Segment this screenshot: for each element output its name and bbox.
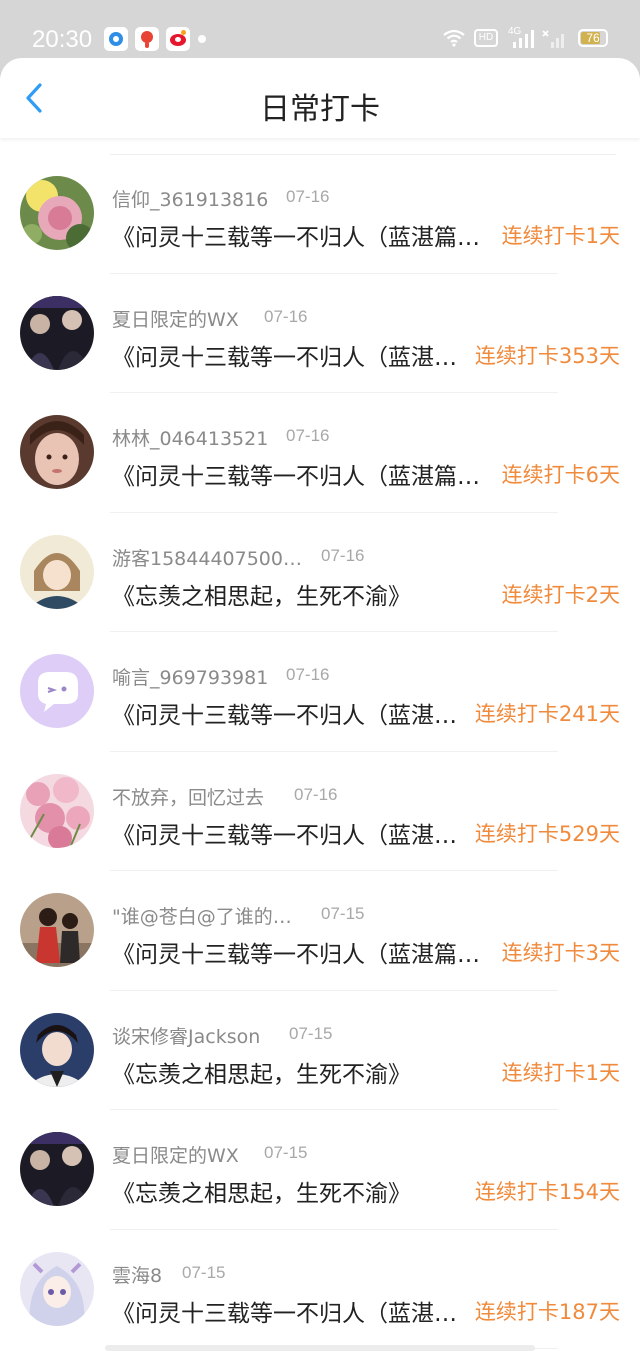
avatar[interactable] xyxy=(20,773,94,848)
status-time: 20:30 xyxy=(32,26,93,53)
book-title: 《问灵十三载等一不归人（蓝湛篇… xyxy=(112,225,480,251)
username: 夏日限定的WX xyxy=(112,1145,239,1167)
username: 林林_046413521 xyxy=(112,428,269,450)
map-app-icon xyxy=(135,27,159,51)
page-title: 日常打卡 xyxy=(260,92,380,127)
book-title: 《问灵十三载等一不归人（蓝湛… xyxy=(112,822,457,849)
book-title: 《问灵十三载等一不归人（蓝湛… xyxy=(112,1300,457,1327)
streak-count: 连续打卡1天 xyxy=(501,1060,620,1085)
scroll-indicator xyxy=(105,1345,535,1351)
username: 信仰_361913816 xyxy=(112,189,269,211)
nav-bar: 日常打卡 xyxy=(0,58,640,138)
wifi-icon xyxy=(443,29,465,47)
book-title: 《问灵十三载等一不归人（蓝湛… xyxy=(112,344,457,371)
username: "谁@苍白@了谁的… xyxy=(112,906,292,928)
streak-count: 连续打卡3天 xyxy=(501,941,620,965)
avatar[interactable] xyxy=(20,893,94,967)
avatar[interactable] xyxy=(20,1251,94,1326)
checkin-date: 07-15 xyxy=(182,1262,226,1282)
4g-signal-icon xyxy=(513,30,534,48)
book-title: 《问灵十三载等一不归人（蓝湛… xyxy=(112,703,457,729)
streak-count: 连续打卡154天 xyxy=(474,1180,620,1204)
book-title: 《忘羡之相思起，生死不渝》 xyxy=(112,1061,411,1088)
username: 喻言_969793981 xyxy=(112,667,269,689)
username: 游客15844407500… xyxy=(112,547,302,570)
book-title: 《忘羡之相思起，生死不渝》 xyxy=(112,1181,411,1207)
no-signal-icon xyxy=(542,30,564,48)
checkin-item[interactable]: 不放弃，回忆过去 07-16 《问灵十三载等一不归人（蓝湛… 连续打卡529天 xyxy=(0,752,640,872)
streak-count: 连续打卡353天 xyxy=(474,343,620,368)
book-title: 《问灵十三载等一不归人（蓝湛篇… xyxy=(112,942,480,968)
checkin-date: 07-15 xyxy=(264,1143,308,1162)
avatar[interactable] xyxy=(20,176,94,250)
book-title: 《忘羡之相思起，生死不渝》 xyxy=(112,583,411,610)
checkin-list: 信仰_361913816 07-16 《问灵十三载等一不归人（蓝湛篇… 连续打卡… xyxy=(0,154,640,1349)
battery-indicator: 76 xyxy=(578,29,608,47)
streak-count: 连续打卡2天 xyxy=(501,582,620,607)
checkin-date: 07-16 xyxy=(264,306,308,326)
checkin-item[interactable]: 游客15844407500… 07-16 《忘羡之相思起，生死不渝》 连续打卡2… xyxy=(0,513,640,633)
book-title: 《问灵十三载等一不归人（蓝湛篇… xyxy=(112,464,480,490)
weibo-icon xyxy=(166,27,190,51)
checkin-date: 07-16 xyxy=(294,784,338,804)
checkin-date: 07-15 xyxy=(289,1023,333,1043)
checkin-item[interactable]: 信仰_361913816 07-16 《问灵十三载等一不归人（蓝湛篇… 连续打卡… xyxy=(0,154,640,274)
checkin-item[interactable]: "谁@苍白@了谁的… 07-15 《问灵十三载等一不归人（蓝湛篇… 连续打卡3天 xyxy=(0,871,640,991)
checkin-item[interactable]: 林林_046413521 07-16 《问灵十三载等一不归人（蓝湛篇… 连续打卡… xyxy=(0,393,640,513)
checkin-item[interactable]: 夏日限定的WX 07-15 《忘羡之相思起，生死不渝》 连续打卡154天 xyxy=(0,1110,640,1230)
streak-count: 连续打卡1天 xyxy=(501,224,620,248)
avatar[interactable] xyxy=(20,534,94,609)
username: 不放弃，回忆过去 xyxy=(112,786,265,809)
checkin-date: 07-16 xyxy=(321,545,365,565)
username: 夏日限定的WX xyxy=(112,308,239,331)
username: 雲海8 xyxy=(112,1264,163,1287)
checkin-item[interactable]: 谈宋修睿Jackson 07-15 《忘羡之相思起，生死不渝》 连续打卡1天 xyxy=(0,991,640,1111)
avatar[interactable] xyxy=(20,654,94,728)
checkin-date: 07-16 xyxy=(286,426,330,445)
avatar[interactable] xyxy=(20,295,94,370)
checkin-item[interactable]: 雲海8 07-15 《问灵十三载等一不归人（蓝湛… 连续打卡187天 xyxy=(0,1230,640,1350)
message-app-icon xyxy=(104,27,128,51)
streak-count: 连续打卡529天 xyxy=(474,821,620,846)
avatar[interactable] xyxy=(20,1012,94,1087)
checkin-date: 07-16 xyxy=(286,187,330,206)
streak-count: 连续打卡187天 xyxy=(474,1299,620,1324)
avatar[interactable] xyxy=(20,415,94,489)
username: 谈宋修睿Jackson xyxy=(112,1025,261,1048)
hd-icon: HD xyxy=(474,29,498,47)
checkin-item[interactable]: 喻言_969793981 07-16 《问灵十三载等一不归人（蓝湛… 连续打卡2… xyxy=(0,632,640,752)
checkin-date: 07-16 xyxy=(286,665,330,684)
notification-dot-icon xyxy=(198,35,206,43)
checkin-item[interactable]: 夏日限定的WX 07-16 《问灵十三载等一不归人（蓝湛… 连续打卡353天 xyxy=(0,274,640,394)
streak-count: 连续打卡241天 xyxy=(474,702,620,726)
battery-level: 76 xyxy=(586,31,600,45)
avatar[interactable] xyxy=(20,1132,94,1206)
checkin-date: 07-15 xyxy=(321,904,365,923)
streak-count: 连续打卡6天 xyxy=(501,463,620,487)
